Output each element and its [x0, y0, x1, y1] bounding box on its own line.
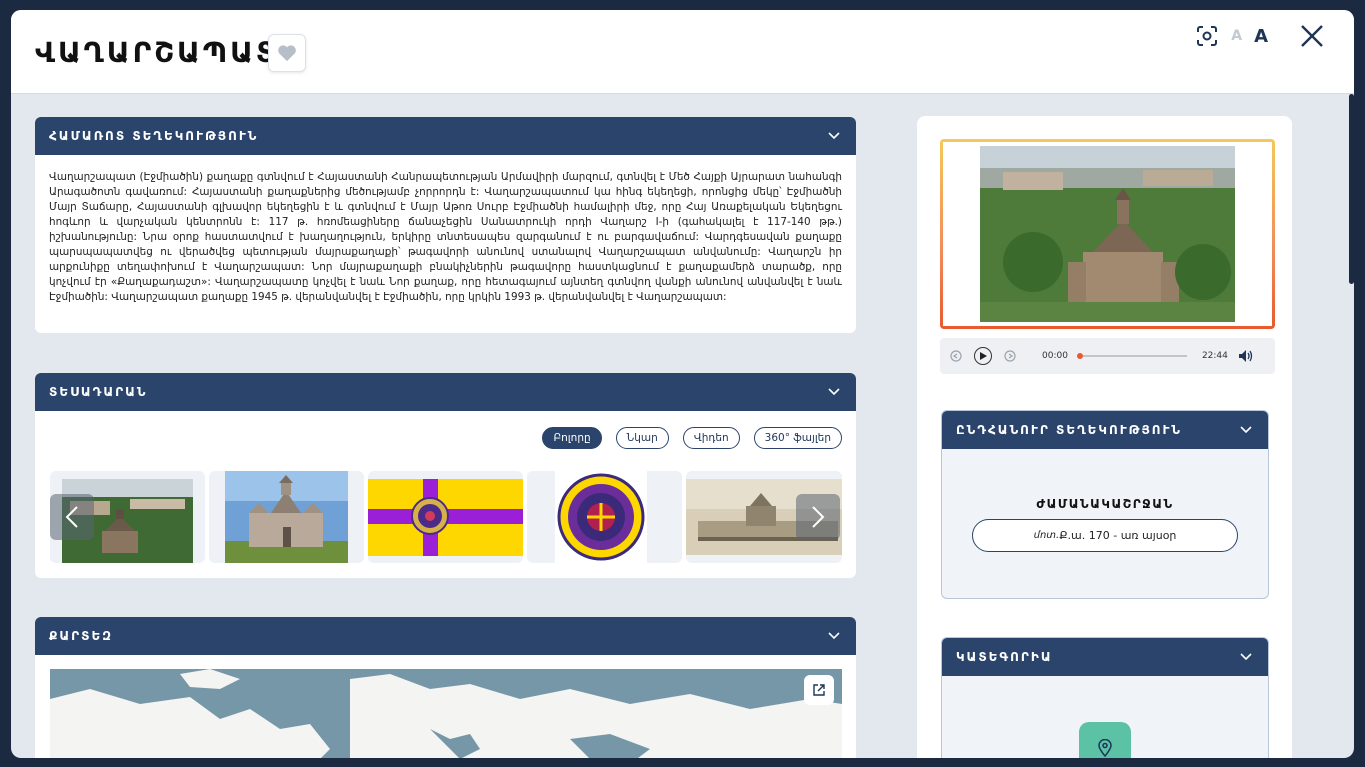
short-info-title: ՀԱՄԱՌՈՏ ՏԵՂԵԿՈՒԹՅՈՒՆ [49, 129, 259, 143]
filter-all-button[interactable]: Բոլորը [542, 427, 602, 449]
map-expand-button[interactable] [804, 675, 834, 705]
current-time: 00:00 [1042, 351, 1068, 361]
location-pin-icon [1098, 739, 1112, 757]
play-button[interactable] [974, 347, 992, 365]
modal-header: ՎԱՂԱՐՇԱՊԱՏ A A [11, 10, 1354, 94]
category-icon-button[interactable] [1079, 722, 1131, 758]
category-title: ԿԱՏԵԳՈՐԻԱ [956, 650, 1053, 664]
timeline-card: ԸՆԴՀԱՆՈՒՐ ՏԵՂԵԿՈՒԹՅՈՒՆ ԺԱՄԱՆԱԿԱՇՐՋԱՆ մոտ… [941, 410, 1269, 599]
place-modal: ՎԱՂԱՐՇԱՊԱՏ A A ՀԱՄԱՌՈՏ ՏԵՂԵԿՈՒԹՅՈՒՆ Վաղա… [11, 10, 1354, 758]
font-decrease-button[interactable]: A [1231, 28, 1242, 44]
gallery-filters: Բոլորը Նկար Վիդեո 360° ֆայլեր [542, 427, 842, 449]
period-range: Ք.ա. 170 - առ այսօր [1059, 529, 1177, 542]
filter-video-button[interactable]: Վիդեո [682, 427, 740, 449]
header-tools: A A [1195, 24, 1268, 48]
timeline-title: ԸՆԴՀԱՆՈՒՐ ՏԵՂԵԿՈՒԹՅՈՒՆ [956, 423, 1183, 437]
close-icon[interactable] [1300, 24, 1324, 48]
gallery-prev-button[interactable] [50, 494, 94, 540]
font-increase-button[interactable]: A [1254, 26, 1268, 47]
filter-360-button[interactable]: 360° ֆայլեր [753, 427, 842, 449]
gallery-thumbnails [50, 471, 842, 563]
map-view[interactable] [50, 669, 842, 758]
heart-icon [278, 45, 296, 62]
map-title: ՔԱՐՏԵԶ [49, 629, 113, 643]
duration: 22:44 [1201, 351, 1228, 361]
audio-progress[interactable] [1076, 353, 1187, 359]
external-link-icon [813, 684, 825, 696]
gallery-thumb-cathedral[interactable] [209, 471, 364, 563]
favorite-button[interactable] [268, 34, 306, 72]
map-header[interactable]: ՔԱՐՏԵԶ [35, 617, 856, 655]
map-panel: ՔԱՐՏԵԶ [35, 617, 856, 758]
forward-icon[interactable] [1004, 350, 1016, 362]
chevron-right-icon [812, 506, 825, 528]
chevron-down-icon [828, 132, 840, 140]
play-icon [979, 352, 987, 360]
page-title: ՎԱՂԱՐՇԱՊԱՏ [35, 36, 279, 69]
gallery-title: ՏԵՍԱԴԱՐԱՆ [49, 385, 148, 399]
period-value: մոտ. Ք.ա. 170 - առ այսօր [972, 519, 1238, 552]
screen-reader-icon[interactable] [1195, 24, 1219, 48]
short-info-header[interactable]: ՀԱՄԱՌՈՏ ՏԵՂԵԿՈՒԹՅՈՒՆ [35, 117, 856, 155]
side-column: 00:00 22:44 ԸՆԴՀԱՆՈՒՐ ՏԵՂԵԿՈՒԹՅՈՒՆ ԺԱՄԱՆ… [917, 116, 1292, 758]
gallery-thumb-emblem[interactable] [527, 471, 682, 563]
timeline-header[interactable]: ԸՆԴՀԱՆՈՒՐ ՏԵՂԵԿՈՒԹՅՈՒՆ [942, 411, 1268, 449]
audio-player: 00:00 22:44 [940, 338, 1275, 374]
period-approx: մոտ. [1033, 530, 1060, 541]
main-image-frame [940, 139, 1275, 329]
gallery-panel: ՏԵՍԱԴԱՐԱՆ Բոլորը Նկար Վիդեո 360° ֆայլեր [35, 373, 856, 578]
period-label: ԺԱՄԱՆԱԿԱՇՐՋԱՆ [1036, 497, 1174, 511]
chevron-down-icon [1240, 426, 1252, 434]
short-info-panel: ՀԱՄԱՌՈՏ ՏԵՂԵԿՈՒԹՅՈՒՆ Վաղարշապատ (Էջմիածի… [35, 117, 856, 333]
main-image[interactable] [943, 142, 1272, 326]
filter-image-button[interactable]: Նկար [615, 427, 669, 449]
chevron-down-icon [828, 388, 840, 396]
modal-scrollbar[interactable] [1349, 94, 1354, 284]
rewind-icon[interactable] [950, 350, 962, 362]
description-text: Վաղարշապատ (Էջմիածին) քաղաքը գտնվում է Հ… [49, 171, 842, 303]
chevron-left-icon [65, 506, 78, 528]
gallery-next-button[interactable] [796, 494, 840, 540]
gallery-thumb-flag[interactable] [368, 471, 523, 563]
progress-knob[interactable] [1076, 353, 1083, 359]
category-card: ԿԱՏԵԳՈՐԻԱ [941, 637, 1269, 758]
chevron-down-icon [828, 632, 840, 640]
volume-icon[interactable] [1238, 349, 1254, 363]
gallery-header[interactable]: ՏԵՍԱԴԱՐԱՆ [35, 373, 856, 411]
chevron-down-icon [1240, 653, 1252, 661]
category-header[interactable]: ԿԱՏԵԳՈՐԻԱ [942, 638, 1268, 676]
